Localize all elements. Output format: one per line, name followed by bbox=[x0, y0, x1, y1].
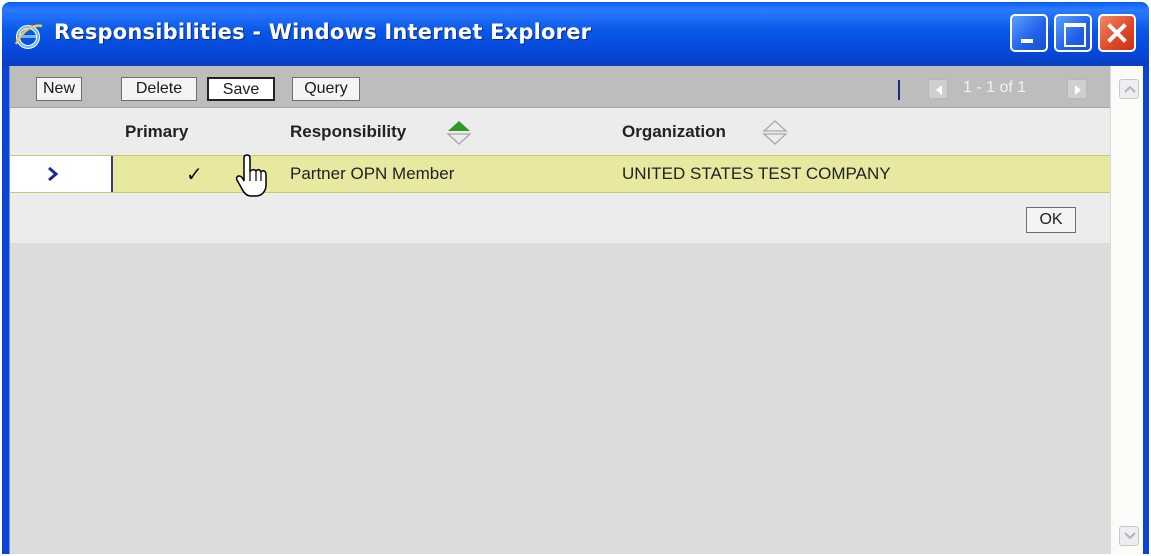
save-button[interactable]: Save bbox=[207, 77, 275, 101]
row-selector[interactable] bbox=[10, 156, 113, 192]
ok-button[interactable]: OK bbox=[1026, 207, 1076, 233]
window-title: Responsibilities - Windows Internet Expl… bbox=[54, 20, 592, 44]
chevron-left-icon bbox=[936, 85, 942, 95]
previous-record-button[interactable] bbox=[928, 79, 948, 99]
close-button[interactable] bbox=[1098, 14, 1136, 52]
internet-explorer-icon bbox=[14, 24, 43, 49]
column-header-primary[interactable]: Primary bbox=[125, 122, 188, 142]
maximize-button[interactable] bbox=[1054, 14, 1092, 52]
new-button[interactable]: New bbox=[36, 77, 82, 101]
sort-asc-icon[interactable] bbox=[445, 119, 473, 145]
chevron-up-icon bbox=[1124, 85, 1136, 93]
chevron-right-icon bbox=[1075, 85, 1081, 95]
close-icon bbox=[1107, 23, 1127, 43]
page-content: New Delete Save Query 1 - 1 of 1 Primary… bbox=[9, 66, 1143, 554]
toolbar-separator bbox=[898, 80, 900, 100]
sort-icon[interactable] bbox=[761, 119, 789, 145]
chevron-right-icon bbox=[48, 167, 59, 181]
next-record-button[interactable] bbox=[1067, 79, 1087, 99]
record-count: 1 - 1 of 1 bbox=[963, 79, 1027, 96]
applet-toolbar: New Delete Save Query 1 - 1 of 1 bbox=[10, 66, 1110, 108]
hand-pointer-icon bbox=[235, 154, 267, 197]
browser-window: Responsibilities - Windows Internet Expl… bbox=[2, 2, 1149, 554]
minimize-button[interactable] bbox=[1010, 14, 1048, 52]
table-row[interactable]: ✓ Partner OPN Member UNITED STATES TEST … bbox=[10, 155, 1110, 193]
empty-content-area bbox=[10, 243, 1110, 554]
delete-button[interactable]: Delete bbox=[121, 77, 197, 101]
title-bar[interactable]: Responsibilities - Windows Internet Expl… bbox=[2, 2, 1149, 66]
vertical-scrollbar[interactable] bbox=[1110, 66, 1143, 554]
table-header: Primary Responsibility Organization bbox=[10, 109, 1110, 155]
column-header-organization[interactable]: Organization bbox=[622, 122, 726, 142]
organization-cell[interactable]: UNITED STATES TEST COMPANY bbox=[622, 164, 891, 184]
responsibility-cell[interactable]: Partner OPN Member bbox=[290, 164, 454, 184]
column-header-responsibility[interactable]: Responsibility bbox=[290, 122, 406, 142]
dialog-footer: OK bbox=[10, 193, 1110, 243]
scroll-down-button[interactable] bbox=[1119, 526, 1139, 546]
chevron-down-icon bbox=[1124, 532, 1136, 540]
primary-checkmark: ✓ bbox=[186, 162, 203, 186]
scroll-up-button[interactable] bbox=[1119, 79, 1139, 99]
query-button[interactable]: Query bbox=[292, 77, 360, 101]
